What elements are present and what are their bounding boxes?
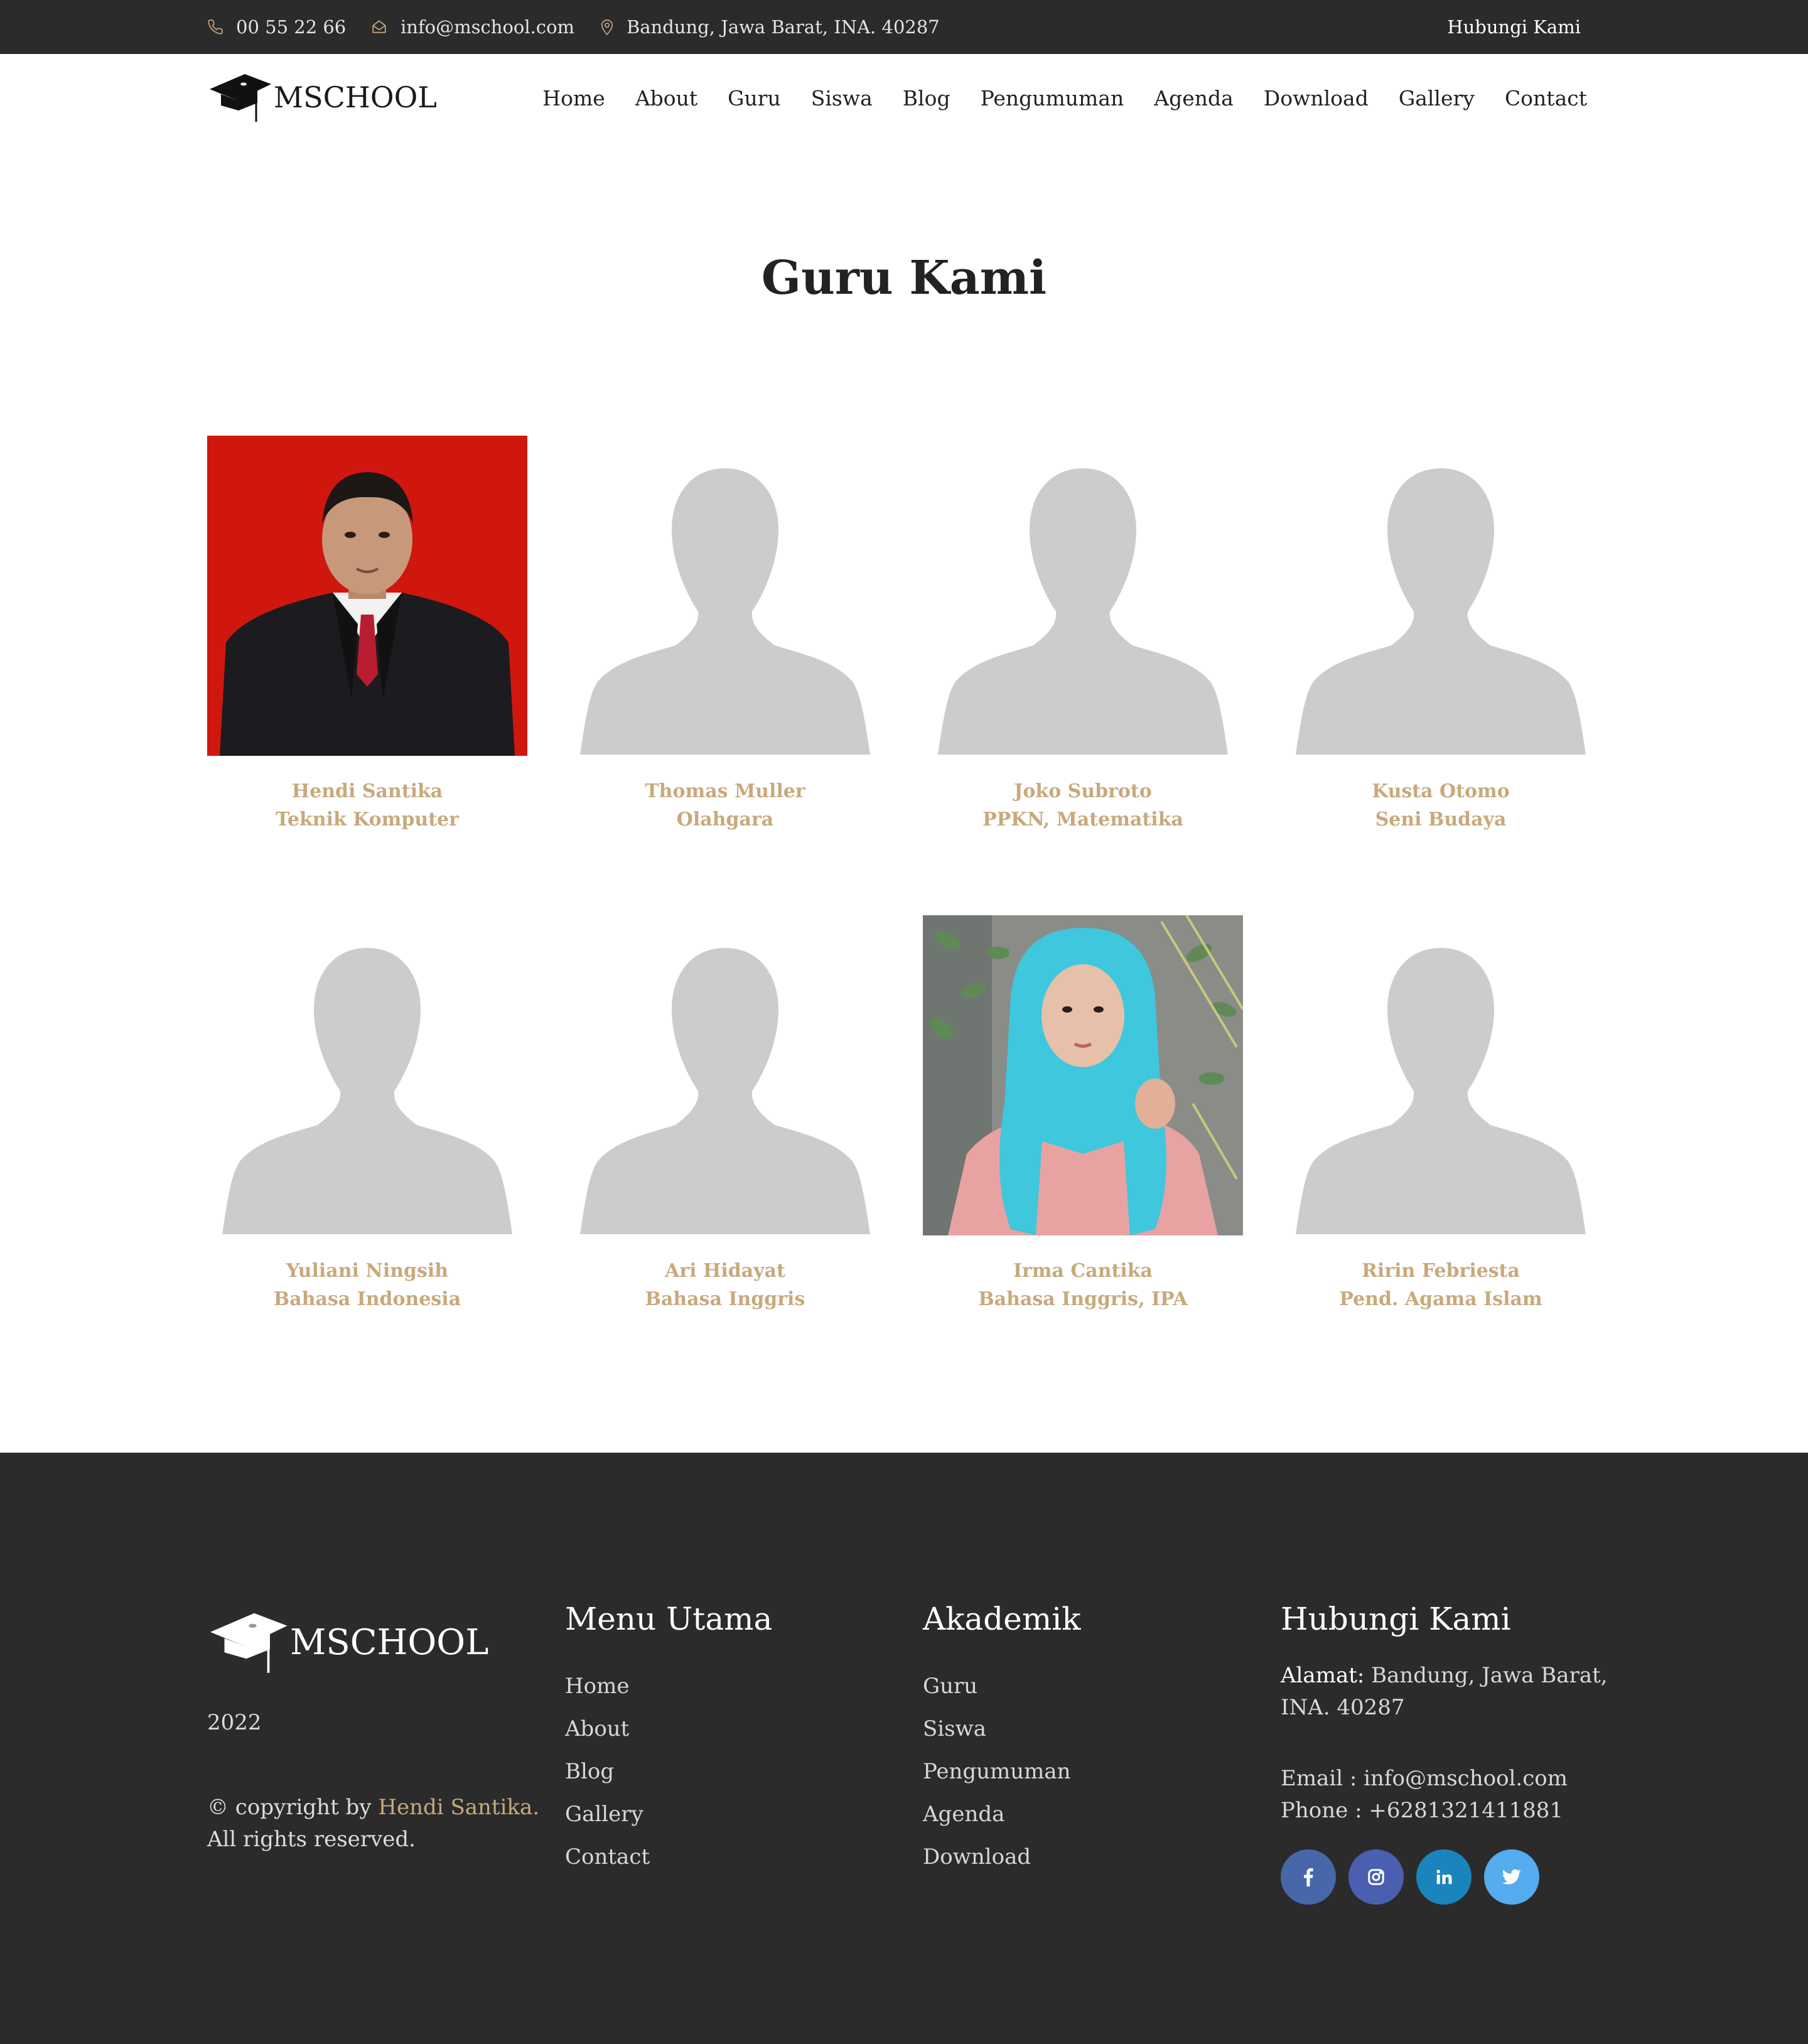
footer-menu-title: Menu Utama (565, 1601, 773, 1637)
footer-academic-agenda[interactable]: Agenda (923, 1793, 1081, 1836)
nav-gallery[interactable]: Gallery (1399, 86, 1475, 110)
teacher-name: Irma Cantika (1013, 1260, 1153, 1282)
teacher-subject: Bahasa Inggris (645, 1288, 805, 1310)
footer-menu-blog[interactable]: Blog (565, 1750, 772, 1793)
teacher-card[interactable]: Joko Subroto PPKN, Matematika (923, 436, 1243, 834)
teacher-card[interactable]: Yuliani Ningsih Bahasa Indonesia (207, 915, 527, 1313)
footer-academic-column: Akademik Guru Siswa Pengumuman Agenda Do… (923, 1601, 1081, 1878)
teacher-subject: Olahgara (676, 809, 774, 831)
topbar-phone-text: 00 55 22 66 (236, 16, 347, 38)
facebook-icon[interactable] (1281, 1849, 1336, 1905)
topbar-phone[interactable]: 00 55 22 66 (207, 0, 346, 54)
graduation-cap-icon (210, 74, 271, 122)
topbar-address: Bandung, Jawa Barat, INA. 40287 (600, 0, 940, 54)
page-title: Guru Kami (761, 251, 1047, 305)
teacher-card[interactable]: Irma Cantika Bahasa Inggris, IPA (923, 915, 1243, 1313)
teacher-name: Thomas Muller (645, 780, 805, 802)
footer-menu-column: Menu Utama Home About Blog Gallery Conta… (565, 1601, 772, 1878)
topbar-email-text: info@mschool.com (401, 16, 575, 38)
nav-home[interactable]: Home (542, 86, 605, 110)
footer-copyright: © copyright by Hendi Santika. All rights… (207, 1792, 559, 1856)
footer-phone: Phone : +6281321411881 (1281, 1798, 1564, 1823)
map-pin-icon (601, 19, 613, 36)
top-bar: 00 55 22 66 info@mschool.com Bandung, Ja… (0, 0, 1808, 54)
envelope-open-icon (372, 20, 386, 33)
teacher-subject: PPKN, Matematika (982, 809, 1183, 831)
avatar-placeholder-icon (207, 915, 527, 1235)
teacher-photo (923, 915, 1243, 1235)
teacher-card[interactable]: Ari Hidayat Bahasa Inggris (565, 915, 885, 1313)
graduation-cap-icon (210, 1613, 288, 1673)
copyright-rights: All rights reserved. (207, 1827, 416, 1852)
footer-contact-column: Hubungi Kami Alamat: Bandung, Jawa Barat… (1281, 1601, 1632, 1905)
nav-pengumuman[interactable]: Pengumuman (981, 86, 1124, 110)
teacher-subject: Bahasa Indonesia (273, 1288, 461, 1310)
nav-siswa[interactable]: Siswa (811, 86, 873, 110)
footer-menu-home[interactable]: Home (565, 1665, 772, 1708)
footer-contact-title: Hubungi Kami (1281, 1601, 1511, 1637)
footer-year: 2022 (207, 1710, 262, 1735)
teacher-name: Ririn Febriesta (1362, 1260, 1520, 1282)
linkedin-icon[interactable] (1416, 1849, 1472, 1905)
copyright-author-link[interactable]: Hendi Santika. (378, 1795, 539, 1820)
phone-icon (208, 19, 223, 35)
twitter-icon[interactable] (1484, 1849, 1539, 1905)
teacher-name: Ari Hidayat (665, 1260, 785, 1282)
nav-guru[interactable]: Guru (728, 86, 781, 110)
teacher-photo (207, 436, 527, 756)
teacher-card[interactable]: Thomas Muller Olahgara (565, 436, 885, 834)
teacher-subject: Teknik Komputer (276, 809, 459, 831)
brand-logo[interactable]: MSCHOOL (207, 70, 437, 124)
nav-contact[interactable]: Contact (1505, 86, 1587, 110)
footer-email: Email : info@mschool.com (1281, 1766, 1568, 1791)
teacher-card[interactable]: Ririn Febriesta Pend. Agama Islam (1281, 915, 1601, 1313)
nav-about[interactable]: About (635, 86, 697, 110)
nav-blog[interactable]: Blog (903, 86, 950, 110)
footer-menu-about[interactable]: About (565, 1708, 772, 1750)
navbar: MSCHOOL Home About Guru Siswa Blog Pengu… (0, 54, 1808, 142)
footer-academic-download[interactable]: Download (923, 1836, 1081, 1878)
teacher-subject: Bahasa Inggris, IPA (978, 1288, 1188, 1310)
avatar-placeholder-icon (565, 915, 885, 1235)
footer-menu-contact[interactable]: Contact (565, 1836, 772, 1878)
nav-agenda[interactable]: Agenda (1154, 86, 1234, 110)
address-label: Alamat: (1281, 1663, 1365, 1688)
teacher-name: Yuliani Ningsih (286, 1260, 449, 1282)
footer-academic-title: Akademik (923, 1601, 1081, 1637)
instagram-icon[interactable] (1348, 1849, 1404, 1905)
footer-address: Alamat: Bandung, Jawa Barat, INA. 40287 (1281, 1660, 1632, 1724)
topbar-address-text: Bandung, Jawa Barat, INA. 40287 (627, 16, 940, 38)
avatar-placeholder-icon (1281, 915, 1601, 1235)
footer-academic-pengumuman[interactable]: Pengumuman (923, 1750, 1081, 1793)
topbar-contact-link[interactable]: Hubungi Kami (1447, 0, 1581, 54)
brand-name: MSCHOOL (274, 80, 437, 114)
social-links (1281, 1849, 1632, 1905)
footer: MSCHOOL 2022 © copyright by Hendi Santik… (0, 1453, 1808, 2044)
avatar-placeholder-icon (565, 436, 885, 756)
teacher-subject: Pend. Agama Islam (1339, 1288, 1542, 1310)
main-nav: Home About Guru Siswa Blog Pengumuman Ag… (542, 54, 1587, 142)
topbar-email[interactable]: info@mschool.com (370, 0, 574, 54)
avatar-placeholder-icon (923, 436, 1243, 756)
footer-academic-guru[interactable]: Guru (923, 1665, 1081, 1708)
teacher-card[interactable]: Kusta Otomo Seni Budaya (1281, 436, 1601, 834)
teacher-card[interactable]: Hendi Santika Teknik Komputer (207, 436, 527, 834)
nav-download[interactable]: Download (1264, 86, 1369, 110)
teacher-subject: Seni Budaya (1375, 809, 1507, 831)
footer-academic-siswa[interactable]: Siswa (923, 1708, 1081, 1750)
footer-logo[interactable]: MSCHOOL (207, 1608, 488, 1676)
avatar-placeholder-icon (1281, 436, 1601, 756)
teacher-name: Hendi Santika (291, 780, 443, 802)
copyright-prefix: © copyright by (207, 1795, 379, 1820)
teacher-name: Kusta Otomo (1372, 780, 1510, 802)
teacher-name: Joko Subroto (1014, 780, 1152, 802)
footer-brand-name: MSCHOOL (290, 1622, 489, 1663)
footer-menu-gallery[interactable]: Gallery (565, 1793, 772, 1836)
